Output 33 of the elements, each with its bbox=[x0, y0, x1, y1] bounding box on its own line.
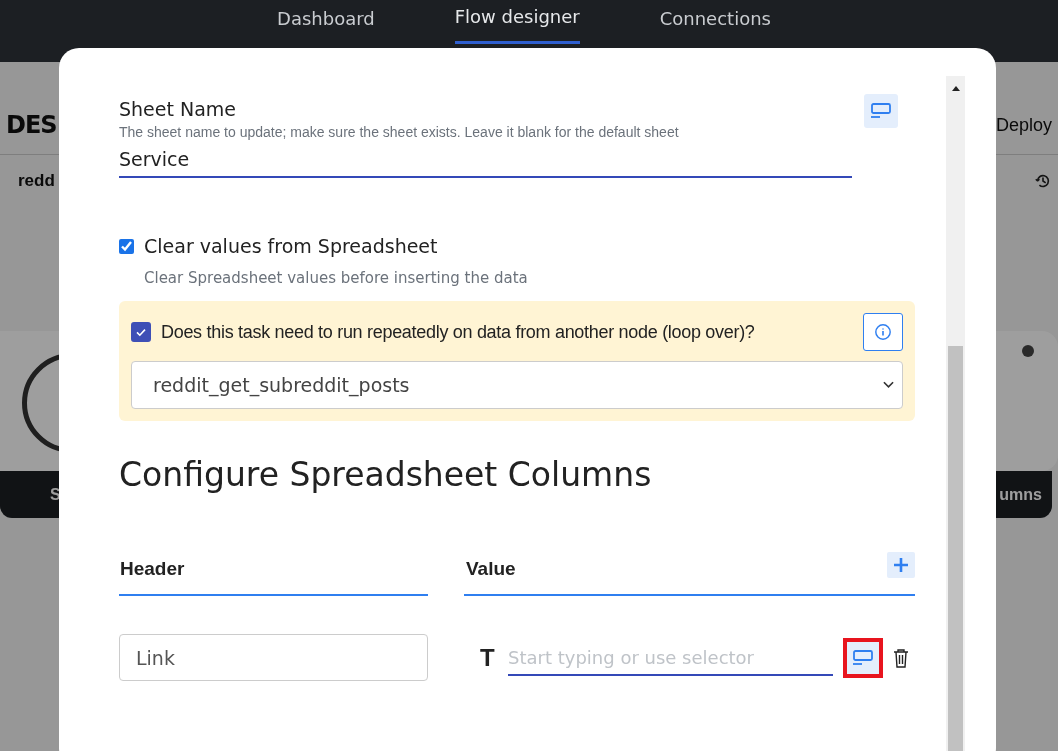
checkbox-description: Clear Spreadsheet values before inserting the data bbox=[144, 269, 529, 287]
column-header: Header bbox=[119, 558, 428, 596]
add-button[interactable] bbox=[887, 552, 915, 578]
text-type-icon: T bbox=[480, 643, 500, 672]
checkbox-label: Clear values from Spreadsheet bbox=[144, 235, 438, 257]
source-name: redd bbox=[18, 171, 55, 191]
chevron-down-icon bbox=[883, 381, 894, 389]
nav-tab[interactable]: Connections bbox=[659, 0, 771, 36]
plus-icon bbox=[893, 557, 909, 573]
deploy-button[interactable]: Deploy bbox=[995, 114, 1052, 136]
nav-tab[interactable]: Flow designer bbox=[454, 0, 580, 44]
field-description: The sheet name to update; make sure the sheet exists. Leave it blank for the default sheet bbox=[119, 124, 680, 140]
sheet-name-field[interactable]: Service bbox=[119, 140, 852, 178]
trash-icon[interactable] bbox=[893, 647, 909, 668]
node-select[interactable]: reddit_get_subreddit_posts bbox=[131, 361, 903, 409]
selector-button[interactable] bbox=[843, 637, 883, 678]
history-icon[interactable] bbox=[1034, 172, 1052, 190]
selector-button[interactable] bbox=[864, 94, 898, 128]
checkbox[interactable] bbox=[119, 238, 134, 254]
checkbox-label: Does this task need to run repeatedly on data from another node (loop over)? bbox=[161, 321, 756, 343]
field-label: Sheet Name bbox=[119, 98, 238, 120]
info-button[interactable] bbox=[863, 313, 903, 351]
bar-tab[interactable]: umns bbox=[999, 485, 1042, 504]
value-field[interactable]: Start typing or use selector bbox=[508, 639, 833, 676]
header-field[interactable]: Link bbox=[119, 634, 428, 681]
section-title: Configure Spreadsheet Columns bbox=[119, 455, 653, 494]
nav-tab[interactable]: Dashboard bbox=[277, 0, 375, 36]
status-dot bbox=[1022, 345, 1034, 357]
column-header: Value bbox=[466, 558, 516, 580]
info-icon bbox=[874, 323, 892, 341]
checkbox[interactable] bbox=[131, 322, 151, 342]
page-title: DES bbox=[6, 111, 57, 139]
scroll-up-icon[interactable] bbox=[951, 86, 960, 91]
